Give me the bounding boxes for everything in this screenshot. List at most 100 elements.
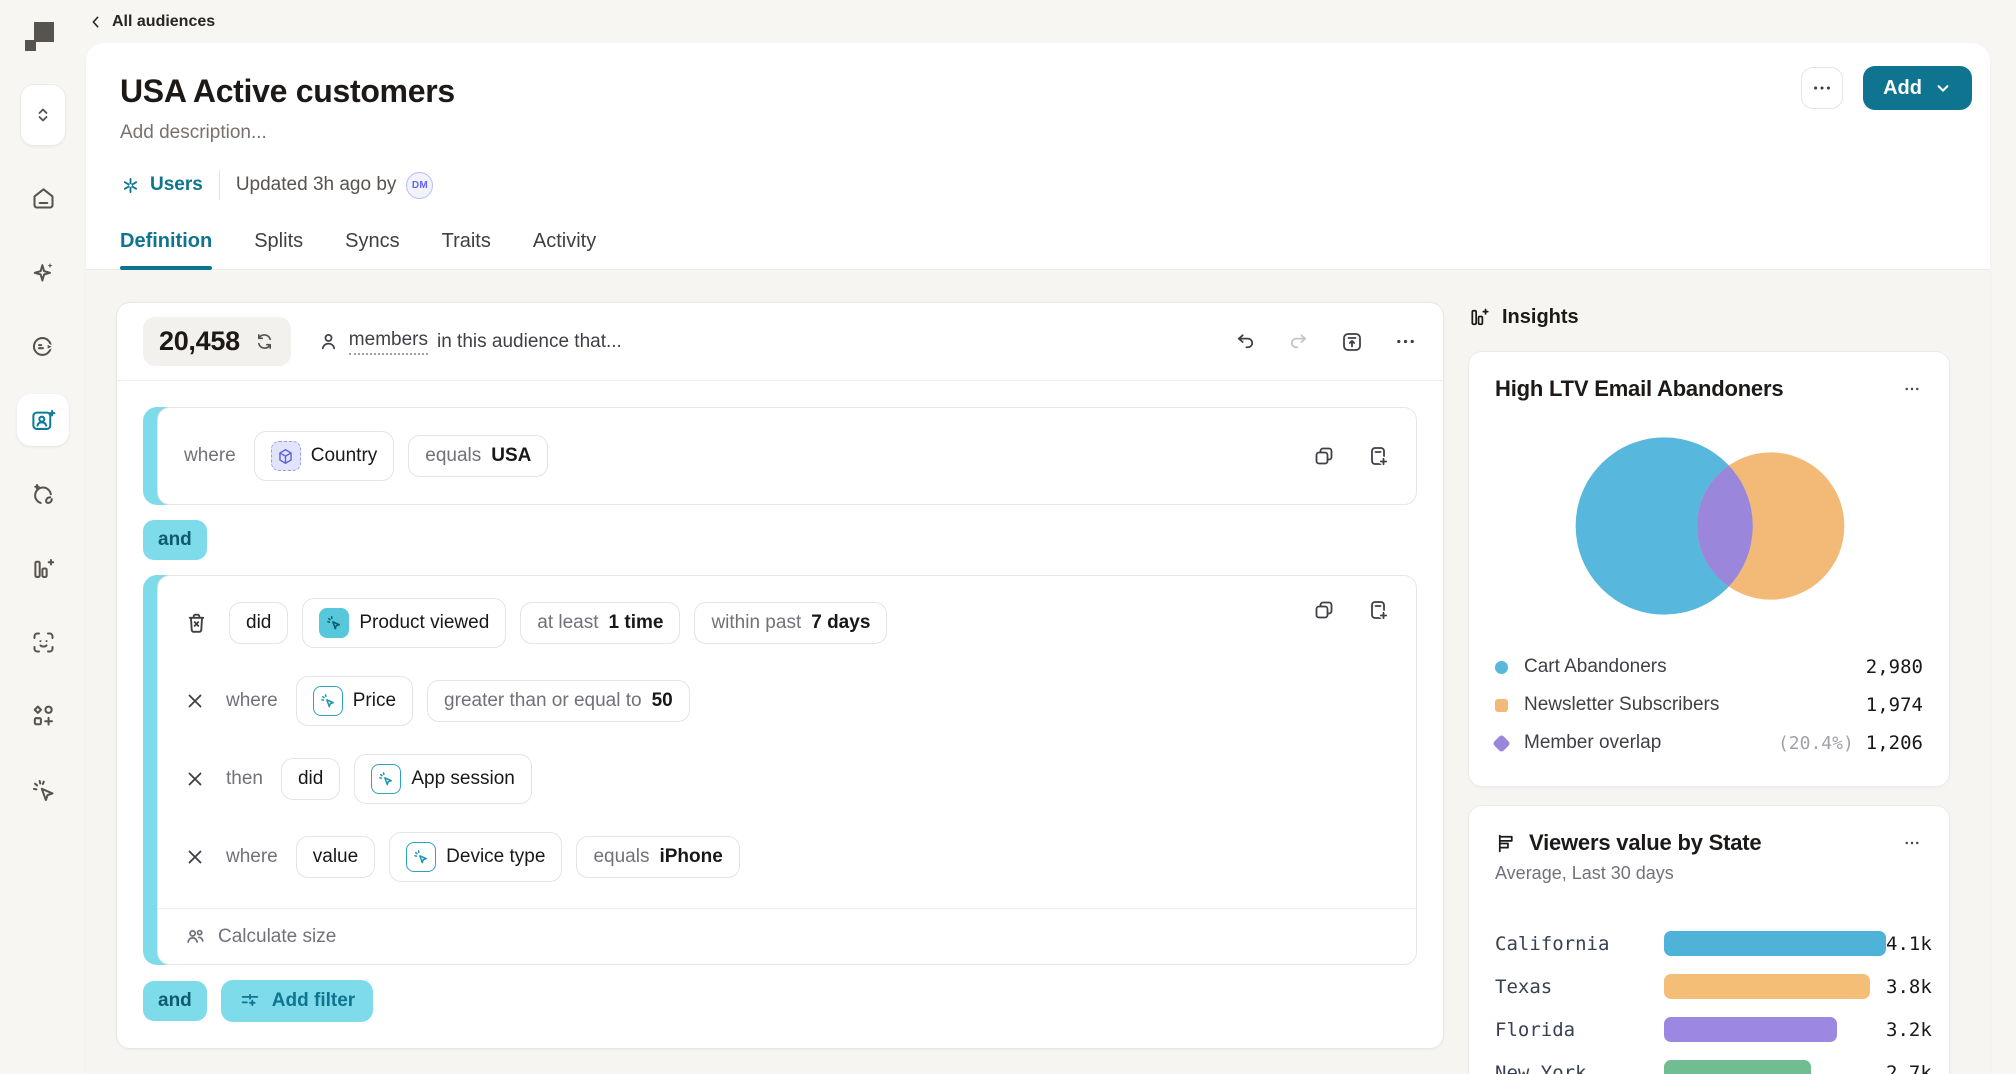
card-more-icon[interactable]	[1901, 830, 1923, 852]
sidebar-item-connections[interactable]	[17, 468, 69, 520]
event-cursor-icon	[406, 842, 436, 872]
redo-icon[interactable]	[1287, 330, 1310, 353]
snowflake-asterisk-icon	[120, 175, 141, 196]
page-title: USA Active customers	[120, 73, 1956, 110]
sidebar-item-analytics[interactable]	[17, 542, 69, 594]
app-logo[interactable]	[22, 20, 56, 54]
legend-value: 2,980	[1866, 656, 1923, 678]
connector-where: where	[184, 445, 236, 467]
duplicate-icon[interactable]	[1312, 598, 1336, 622]
sidebar-item-automation[interactable]	[17, 764, 69, 816]
property-chip-country[interactable]: Country	[254, 431, 395, 481]
description-placeholder[interactable]: Add description...	[120, 122, 1956, 144]
sidebar-collapse-button[interactable]	[20, 84, 66, 146]
sidebar-item-agents[interactable]	[17, 320, 69, 372]
tab-traits[interactable]: Traits	[442, 230, 491, 269]
calculate-size-label: Calculate size	[218, 926, 336, 948]
bar-fill-1	[1664, 974, 1870, 999]
avatar[interactable]: DM	[406, 172, 433, 199]
bar-fill-0	[1664, 931, 1886, 956]
sidebar-item-identity[interactable]	[17, 616, 69, 668]
bar-chart: California 4.1k Texas 3.8k Florida	[1495, 922, 1923, 1074]
add-button-label: Add	[1883, 77, 1922, 100]
save-template-icon[interactable]	[1340, 330, 1364, 354]
sidebar-item-apps[interactable]	[17, 690, 69, 742]
remove-filter-icon[interactable]	[184, 690, 206, 712]
property-cube-icon	[271, 441, 301, 471]
source-users-link[interactable]: Users	[120, 174, 203, 196]
frequency-value: 1 time	[609, 612, 664, 634]
event-chip-product-viewed[interactable]: Product viewed	[302, 598, 506, 648]
property-chip-device-type[interactable]: Device type	[389, 832, 562, 882]
property-chip-price[interactable]: Price	[296, 676, 413, 726]
tab-activity[interactable]: Activity	[533, 230, 596, 269]
refresh-icon[interactable]	[254, 331, 275, 352]
legend-marker-1	[1495, 699, 1508, 712]
trash-icon[interactable]	[184, 611, 209, 636]
frequency-prefix: at least	[537, 612, 598, 634]
event-chip-label: Product viewed	[359, 612, 489, 634]
tab-definition[interactable]: Definition	[120, 230, 212, 269]
remove-filter-icon[interactable]	[184, 846, 206, 868]
frequency-chip[interactable]: at least 1 time	[520, 602, 680, 644]
and-connector-2[interactable]: and	[143, 981, 207, 1021]
row-actions	[1312, 444, 1390, 468]
kind-chip-value[interactable]: value	[296, 836, 375, 878]
operator-chip-gte-50[interactable]: greater than or equal to 50	[427, 680, 690, 722]
more-horizontal-icon	[1811, 77, 1833, 99]
and-connector-1[interactable]: and	[143, 520, 207, 560]
verb-chip-did[interactable]: did	[229, 602, 288, 644]
bar-chart-plus-icon	[30, 555, 57, 582]
sequence-row-app-session: then did App session	[158, 740, 1416, 818]
card-more-icon[interactable]	[1901, 376, 1923, 398]
legend-row-member-overlap: Member overlap (20.4%) 1,206	[1495, 724, 1923, 762]
add-filter-button[interactable]: Add filter	[221, 980, 373, 1022]
operator-text: equals	[425, 445, 481, 467]
filter-row-price: where Price greater th	[158, 662, 1416, 740]
operator-text: greater than or equal to	[444, 690, 642, 712]
event-chip-app-session[interactable]: App session	[354, 754, 532, 804]
property-chip-label: Country	[311, 445, 378, 467]
sync-loop-sparkle-icon	[30, 481, 57, 508]
time-window-chip[interactable]: within past 7 days	[694, 602, 887, 644]
legend-label: Member overlap	[1524, 732, 1661, 754]
add-note-icon[interactable]	[1366, 598, 1390, 622]
remove-filter-icon[interactable]	[184, 768, 206, 790]
sidebar-item-home[interactable]	[17, 172, 69, 224]
venn-diagram	[1495, 416, 1923, 638]
undo-icon[interactable]	[1234, 330, 1257, 353]
filter-plus-icon	[239, 990, 261, 1012]
legend-row-newsletter-subscribers: Newsletter Subscribers 1,974	[1495, 686, 1923, 724]
bar-fill-3	[1664, 1060, 1811, 1074]
operator-text: equals	[593, 846, 649, 868]
sidebar-item-audiences[interactable]	[17, 394, 69, 446]
verb-chip-did[interactable]: did	[281, 758, 340, 800]
tab-splits[interactable]: Splits	[254, 230, 303, 269]
condition-group-2: did Product viewed at	[143, 575, 1417, 965]
add-button[interactable]: Add	[1863, 66, 1972, 110]
bar-label: Texas	[1495, 976, 1664, 998]
member-count-pill[interactable]: 20,458	[143, 317, 291, 366]
add-note-icon[interactable]	[1366, 444, 1390, 468]
chevron-up-down-icon	[31, 103, 55, 127]
sidebar-item-ai-assistant[interactable]	[17, 246, 69, 298]
duplicate-icon[interactable]	[1312, 444, 1336, 468]
legend-percentage: (20.4%)	[1778, 733, 1854, 754]
legend-value: 1,206	[1866, 732, 1923, 754]
legend-marker-0	[1495, 661, 1508, 674]
subject-row: members in this audience that...	[317, 329, 622, 355]
operator-chip-equals-usa[interactable]: equals USA	[408, 435, 548, 477]
insights-chart-icon	[1468, 306, 1491, 329]
tab-syncs[interactable]: Syncs	[345, 230, 399, 269]
members-selector[interactable]: members	[349, 329, 428, 355]
bar-row-texas: Texas 3.8k	[1495, 965, 1923, 1008]
chevron-left-icon	[88, 14, 104, 30]
venn-svg	[1495, 416, 1923, 638]
canvas-more-icon[interactable]	[1394, 330, 1417, 353]
canvas-header: 20,458 members in this audience that...	[117, 303, 1443, 381]
calculate-size-button[interactable]: Calculate size	[158, 909, 1416, 964]
breadcrumb[interactable]: All audiences	[86, 0, 215, 43]
operator-chip-equals-iphone[interactable]: equals iPhone	[576, 836, 739, 878]
page-more-button[interactable]	[1801, 67, 1843, 109]
event-cursor-icon	[371, 764, 401, 794]
